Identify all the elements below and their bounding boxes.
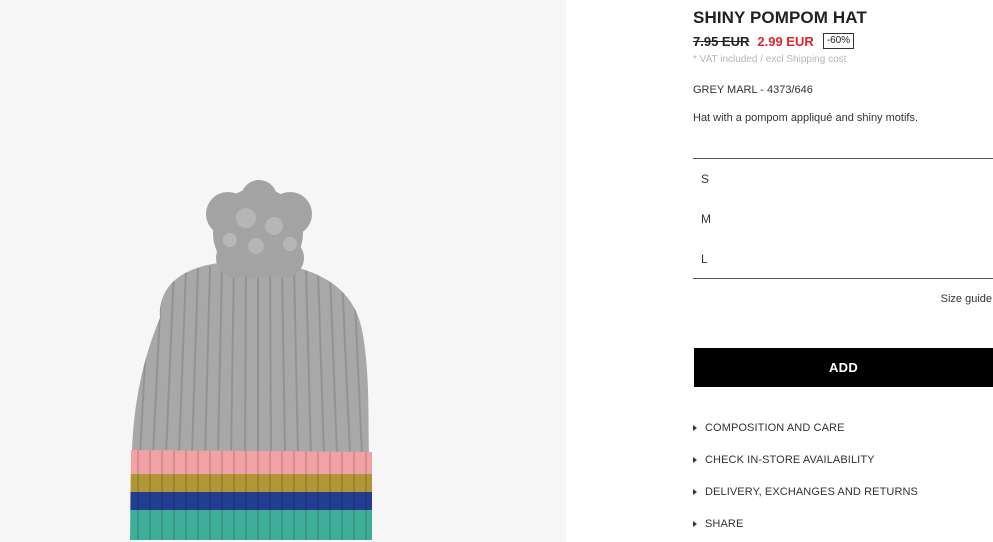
price-row: 7.95 EUR 2.99 EUR -60%: [693, 32, 855, 50]
caret-right-icon: [693, 425, 697, 431]
old-price: 7.95 EUR: [693, 33, 750, 49]
size-selector: S M L: [693, 158, 993, 279]
size-option-m[interactable]: M: [701, 212, 711, 226]
composition-and-care-link[interactable]: COMPOSITION AND CARE: [693, 420, 845, 436]
size-option-s[interactable]: S: [701, 172, 709, 186]
add-to-cart-button[interactable]: ADD: [694, 348, 993, 387]
link-label: SHARE: [705, 518, 744, 530]
share-link[interactable]: SHARE: [693, 516, 743, 532]
size-guide-link[interactable]: Size guide: [941, 293, 992, 305]
product-info-panel: SHINY POMPOM HAT 7.95 EUR 2.99 EUR -60% …: [693, 0, 993, 542]
caret-right-icon: [693, 489, 697, 495]
product-title: SHINY POMPOM HAT: [693, 8, 867, 27]
link-label: COMPOSITION AND CARE: [705, 422, 845, 434]
delivery-returns-link[interactable]: DELIVERY, EXCHANGES AND RETURNS: [693, 484, 918, 500]
size-option-l[interactable]: L: [701, 252, 708, 266]
sale-price: 2.99 EUR: [757, 33, 814, 49]
pompom-hat-illustration: [130, 180, 372, 540]
discount-badge: -60%: [822, 33, 855, 49]
caret-right-icon: [693, 457, 697, 463]
product-description: Hat with a pompom appliqué and shiny mot…: [693, 112, 919, 124]
vat-note: * VAT included / excl Shipping cost: [693, 54, 847, 65]
link-label: CHECK IN-STORE AVAILABILITY: [705, 454, 875, 466]
caret-right-icon: [693, 521, 697, 527]
color-reference: GREY MARL - 4373/646: [693, 84, 813, 96]
in-store-availability-link[interactable]: CHECK IN-STORE AVAILABILITY: [693, 452, 875, 468]
product-image: [0, 0, 566, 542]
link-label: DELIVERY, EXCHANGES AND RETURNS: [705, 486, 918, 498]
